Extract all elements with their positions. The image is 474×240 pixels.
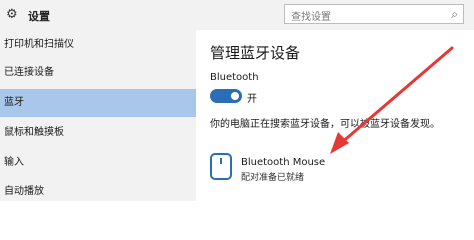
toggle-knob <box>231 92 239 100</box>
sidebar-item-autoplay[interactable]: 自动播放 <box>0 180 196 204</box>
device-status: 配对准备已就绪 <box>241 173 305 183</box>
sidebar-item-printers-scanners[interactable]: 打印机和扫描仪 <box>0 33 196 57</box>
sidebar-item-typing[interactable]: 输入 <box>0 151 196 175</box>
bluetooth-label: Bluetooth <box>210 72 259 83</box>
app-title: 设置 <box>28 10 50 23</box>
bluetooth-toggle[interactable] <box>210 89 242 103</box>
gear-icon: ⚙ <box>6 7 18 22</box>
page-title: 管理蓝牙设备 <box>210 44 301 62</box>
mouse-icon <box>210 153 232 180</box>
search-placeholder: 查找设置 <box>291 12 331 23</box>
sidebar-item-mouse-touchpad[interactable]: 鼠标和触摸板 <box>0 121 196 145</box>
search-icon[interactable]: ⌕ <box>451 7 458 22</box>
search-input[interactable]: 查找设置 ⌕ <box>284 4 464 24</box>
title-bar: ⚙ 设置 查找设置 ⌕ <box>0 0 474 30</box>
sidebar-item-bluetooth[interactable]: 蓝牙 <box>0 89 196 117</box>
discovery-status-text: 你的电脑正在搜索蓝牙设备，可以被蓝牙设备发现。 <box>210 119 440 130</box>
toggle-state-label: 开 <box>247 94 257 105</box>
device-name[interactable]: Bluetooth Mouse <box>241 157 325 168</box>
sidebar-item-connected-devices[interactable]: 已连接设备 <box>0 61 196 85</box>
